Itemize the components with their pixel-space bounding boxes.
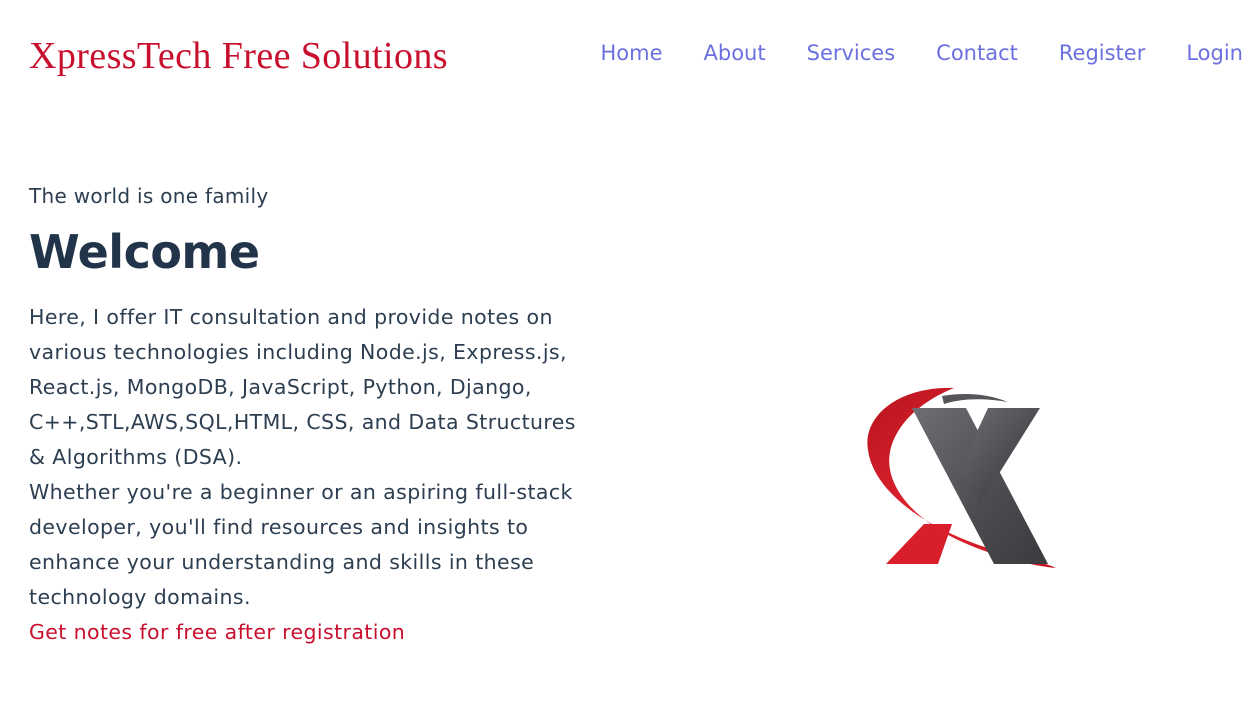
nav-link-home[interactable]: Home bbox=[601, 36, 663, 70]
brand-logo-text[interactable]: XpressTech Free Solutions bbox=[29, 33, 448, 79]
hero-image bbox=[862, 384, 1058, 574]
navbar: XpressTech Free Solutions Home About Ser… bbox=[0, 0, 1256, 110]
hero-paragraph-2: Whether you're a beginner or an aspiring… bbox=[29, 480, 573, 609]
x-swoosh-logo-icon bbox=[867, 387, 1056, 568]
nav-link-services[interactable]: Services bbox=[807, 36, 896, 70]
nav-item-contact: Contact bbox=[936, 36, 1018, 70]
nav-link-register[interactable]: Register bbox=[1059, 36, 1145, 70]
nav-item-services: Services bbox=[807, 36, 896, 70]
nav-menu: Home About Services Contact Register Log… bbox=[601, 36, 1244, 70]
nav-item-register: Register bbox=[1059, 36, 1145, 70]
hero-tagline: The world is one family bbox=[29, 184, 269, 208]
hero-heading: Welcome bbox=[29, 225, 260, 279]
hero-description: Here, I offer IT consultation and provid… bbox=[29, 300, 594, 615]
nav-link-login[interactable]: Login bbox=[1186, 36, 1243, 70]
nav-item-login: Login bbox=[1186, 36, 1243, 70]
hero-paragraph-1: Here, I offer IT consultation and provid… bbox=[29, 305, 576, 469]
nav-item-about: About bbox=[704, 36, 766, 70]
nav-link-about[interactable]: About bbox=[704, 36, 766, 70]
register-cta-link[interactable]: Get notes for free after registration bbox=[29, 615, 405, 650]
nav-item-home: Home bbox=[601, 36, 663, 70]
nav-link-contact[interactable]: Contact bbox=[936, 36, 1018, 70]
hero-section: The world is one family Welcome Here, I … bbox=[29, 178, 599, 650]
